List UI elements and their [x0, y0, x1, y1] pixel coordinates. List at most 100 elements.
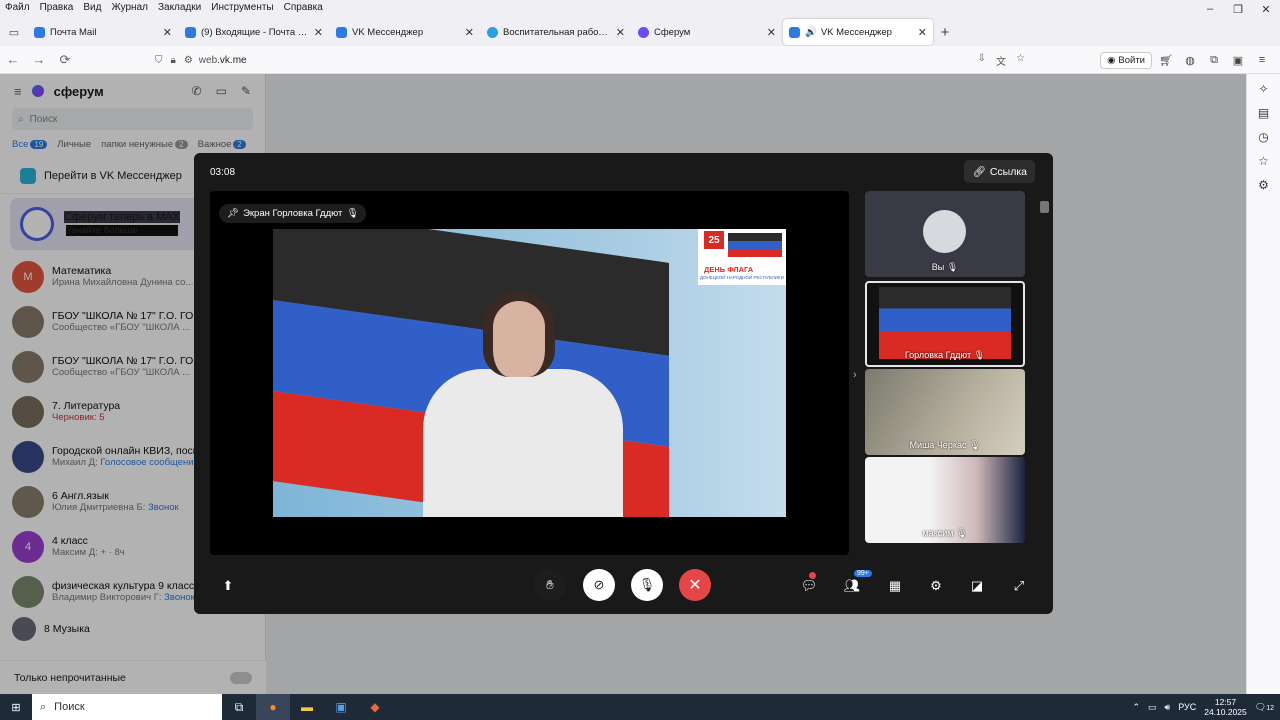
main-video-stage[interactable]: 📌︎ Экран Горловка Гддют 🎙︎ 25 ДЕНЬ ФЛАГА…	[210, 191, 849, 555]
menu-bookmarks[interactable]: Закладки	[153, 2, 206, 13]
permissions-icon[interactable]: ⚙	[184, 55, 193, 66]
lock-icon[interactable]: 🔒︎	[171, 55, 176, 66]
end-call-button[interactable]: ✕	[679, 569, 711, 601]
volume-icon[interactable]: 🔊︎	[1165, 702, 1171, 713]
menu-view[interactable]: Вид	[78, 2, 106, 13]
tab-education[interactable]: Воспитательная работа -школ ✕	[481, 19, 631, 45]
pin-icon: 📌︎	[227, 208, 240, 219]
raise-hand-button[interactable]: ✋︎	[534, 569, 566, 601]
participant-tile-screen[interactable]: Горловка Гддют 🎙︎	[865, 281, 1025, 367]
menu-edit[interactable]: Правка	[35, 2, 79, 13]
close-window-button[interactable]: ✕	[1252, 0, 1280, 18]
tab-mail[interactable]: Почта Mail ✕	[28, 19, 178, 45]
reload-button[interactable]: ⟳	[52, 52, 78, 68]
badge-flag-icon	[728, 233, 782, 257]
shield-icon[interactable]: ⛉	[155, 55, 163, 66]
tiles-scrollbar[interactable]	[1039, 191, 1049, 553]
tab-close-icon[interactable]: ✕	[163, 26, 172, 39]
tab-close-icon[interactable]: ✕	[465, 26, 474, 39]
tab-close-icon[interactable]: ✕	[767, 26, 776, 39]
chat-icon[interactable]: 💬︎	[799, 572, 819, 596]
ai-sparkle-icon[interactable]: ✧	[1258, 82, 1268, 96]
tab-title: (9) Входящие - Почта Mail	[201, 26, 310, 38]
url-bar[interactable]: ⛉ 🔒︎ ⚙ web. vk.me ⇩ 文 ☆	[155, 50, 1025, 70]
badge-day: 25	[704, 231, 724, 249]
login-button[interactable]: ◉ Войти	[1100, 51, 1152, 69]
mail-favicon-icon	[34, 26, 45, 38]
download-page-icon[interactable]: ⇩	[978, 53, 986, 68]
back-button[interactable]: ←	[0, 52, 26, 67]
menu-history[interactable]: Журнал	[106, 2, 153, 13]
task-view-icon[interactable]: ⧉	[222, 694, 256, 720]
new-tab-button[interactable]: +	[934, 24, 956, 41]
chevron-up-icon[interactable]: ⌃	[1132, 702, 1140, 713]
participant-tile-self[interactable]: Вы 🎙︎	[865, 191, 1025, 277]
mic-muted-icon: 🎙︎	[346, 208, 359, 219]
document-app-icon[interactable]: ▣	[324, 694, 358, 720]
chevron-right-icon[interactable]: ›	[853, 369, 857, 381]
menu-file[interactable]: Файл	[0, 2, 35, 13]
mic-muted-icon: 🎙︎	[946, 262, 959, 272]
participant-name: Вы 🎙︎	[931, 262, 959, 272]
mail-favicon-icon	[185, 26, 196, 38]
tab-vk-messenger[interactable]: VK Мессенджер ✕	[330, 19, 480, 45]
tab-inbox[interactable]: (9) Входящие - Почта Mail ✕	[179, 19, 329, 45]
globe-icon[interactable]: ◍	[1180, 54, 1200, 67]
history-icon[interactable]: ◷	[1258, 130, 1268, 144]
menu-tools[interactable]: Инструменты	[206, 2, 278, 13]
network-icon[interactable]: ▭	[1148, 702, 1157, 713]
telegram-favicon-icon	[487, 26, 498, 38]
tab-close-icon[interactable]: ✕	[616, 26, 625, 39]
mic-muted-icon: 🎙︎	[973, 350, 986, 360]
language-indicator[interactable]: РУС	[1178, 702, 1196, 712]
bookmarks-icon[interactable]: ☆	[1258, 154, 1269, 168]
mic-toggle-button[interactable]: 🎙︎	[631, 569, 663, 601]
participants-icon[interactable]: 👥︎ 99+	[842, 570, 872, 596]
bookmark-star-icon[interactable]: ☆	[1016, 53, 1025, 68]
tab-vk-messenger-active[interactable]: 🔊 VK Мессенджер ✕	[783, 19, 933, 45]
unread-dot	[809, 572, 816, 579]
camera-toggle-button[interactable]: ⊘	[583, 569, 615, 601]
stage-label-text: Экран Горловка Гддют	[243, 208, 343, 219]
notifications-icon[interactable]: 🗨︎12	[1255, 702, 1274, 713]
mic-muted-icon: 🎙︎	[956, 528, 968, 538]
speaker-figure	[423, 369, 623, 517]
clock[interactable]: 12:57 24.10.2025	[1204, 697, 1247, 717]
menu-hamburger-icon[interactable]: ≡	[1252, 54, 1272, 66]
maximize-button[interactable]: ❐	[1224, 0, 1252, 18]
reading-list-icon[interactable]: ▤	[1258, 106, 1269, 120]
extensions-icon[interactable]: ⧉	[1204, 54, 1224, 67]
participant-tile[interactable]: максим 🎙︎	[865, 457, 1025, 543]
cart-icon[interactable]: 🛒︎	[1156, 54, 1176, 67]
tab-list-icon[interactable]: ▭	[0, 18, 28, 46]
toolbar-right: ◉ Войти 🛒︎ ◍ ⧉ ▣ ≡	[1100, 46, 1280, 74]
clock-date: 24.10.2025	[1204, 707, 1247, 717]
windows-start-icon[interactable]: ⊞	[0, 694, 32, 720]
tab-close-icon[interactable]: ✕	[314, 26, 323, 39]
browser-app-icon[interactable]: ◆	[358, 694, 392, 720]
translate-icon[interactable]: 文	[996, 53, 1006, 68]
camera-off-icon: ⊘	[593, 577, 605, 592]
menu-bar: Файл Правка Вид Журнал Закладки Инструме…	[0, 0, 1280, 14]
participant-tiles: Вы 🎙︎ Горловка Гддют 🎙︎ Миша Черкас 🎙︎ м…	[865, 191, 1025, 553]
url-prefix: web.	[198, 54, 220, 66]
fullscreen-icon[interactable]: ⤢	[1009, 576, 1029, 596]
grid-layout-icon[interactable]: ▦	[885, 576, 905, 596]
speaker-icon[interactable]: 🔊	[805, 27, 817, 38]
taskbar-search[interactable]: ⌕ Поиск	[32, 694, 222, 720]
firefox-icon[interactable]: ●	[256, 694, 290, 720]
forward-button[interactable]: →	[26, 52, 52, 67]
settings-gear-icon[interactable]: ⚙	[926, 576, 946, 596]
scroll-thumb[interactable]	[1040, 201, 1049, 213]
sidebar-toggle-icon[interactable]: ▣	[1228, 54, 1248, 67]
file-explorer-icon[interactable]: ▬	[290, 694, 324, 720]
tab-sferum[interactable]: Сферум ✕	[632, 19, 782, 45]
participant-tile[interactable]: Миша Черкас 🎙︎	[865, 369, 1025, 455]
minimize-button[interactable]: –	[1196, 0, 1224, 18]
menu-help[interactable]: Справка	[279, 2, 328, 13]
picture-in-picture-icon[interactable]: ◪	[967, 576, 987, 596]
copy-link-button[interactable]: 🔗︎ Ссылка	[964, 160, 1035, 183]
share-screen-icon[interactable]: ⬆	[218, 576, 238, 596]
settings-icon[interactable]: ⚙	[1258, 178, 1269, 192]
tab-close-icon[interactable]: ✕	[918, 26, 927, 39]
